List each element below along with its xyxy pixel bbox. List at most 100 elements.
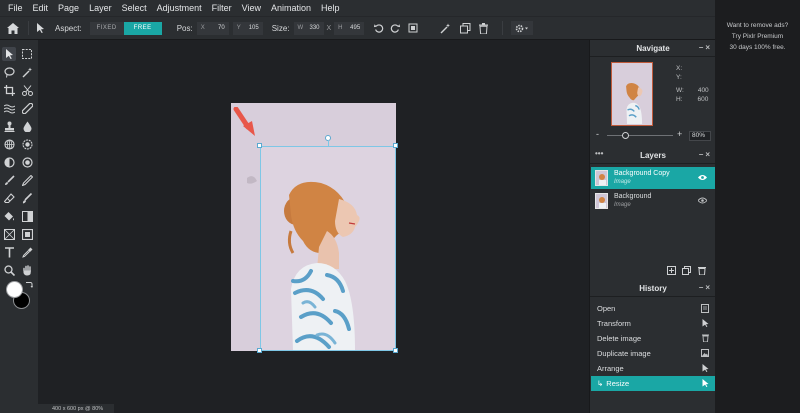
transform-handle-bottom-left[interactable] bbox=[257, 348, 262, 353]
pos-y-field[interactable]: Y 105 bbox=[232, 21, 263, 35]
crop-tool-icon[interactable] bbox=[2, 83, 16, 97]
lasso-tool-icon[interactable] bbox=[2, 65, 16, 79]
trash-icon[interactable] bbox=[476, 21, 490, 35]
menu-file[interactable]: File bbox=[8, 3, 23, 13]
pos-y-label: Y bbox=[236, 25, 241, 31]
clone-stamp-icon[interactable] bbox=[2, 119, 16, 133]
zoom-slider-track[interactable] bbox=[607, 135, 673, 136]
zoom-in-button[interactable]: + bbox=[677, 129, 682, 139]
menu-help[interactable]: Help bbox=[321, 3, 340, 13]
layer-item[interactable]: Background Image bbox=[591, 190, 715, 212]
menu-page[interactable]: Page bbox=[58, 3, 79, 13]
eraser-tool-icon[interactable] bbox=[2, 191, 16, 205]
nav-h-value: 600 bbox=[697, 96, 709, 103]
visibility-eye-icon[interactable] bbox=[697, 196, 708, 206]
duplicate-icon[interactable] bbox=[458, 21, 472, 35]
color-replace-icon[interactable] bbox=[20, 137, 34, 151]
visibility-eye-icon[interactable] bbox=[698, 173, 707, 183]
layer-thumbnail bbox=[595, 193, 608, 209]
menu-layer[interactable]: Layer bbox=[89, 3, 112, 13]
sponge-tool-icon[interactable] bbox=[2, 137, 16, 151]
menu-filter[interactable]: Filter bbox=[212, 3, 232, 13]
panel-controls[interactable]: –× bbox=[699, 283, 712, 292]
menu-edit[interactable]: Edit bbox=[33, 3, 49, 13]
magic-wand-icon[interactable] bbox=[20, 65, 34, 79]
size-w-field[interactable]: W 330 bbox=[293, 21, 324, 35]
zoom-tool-icon[interactable] bbox=[2, 263, 16, 277]
undo-icon[interactable] bbox=[372, 21, 386, 35]
pencil-tool-icon[interactable] bbox=[20, 173, 34, 187]
size-h-value: 495 bbox=[350, 25, 361, 31]
history-item[interactable]: Transform bbox=[591, 316, 715, 331]
duplicate-layer-icon[interactable] bbox=[682, 266, 691, 277]
transform-handle-bottom-right[interactable] bbox=[393, 348, 398, 353]
delete-layer-icon[interactable] bbox=[698, 266, 706, 277]
blur-tool-icon[interactable] bbox=[20, 119, 34, 133]
arrange-tool-icon[interactable] bbox=[2, 47, 16, 61]
layer-item[interactable]: Background Copy Image bbox=[591, 167, 715, 189]
zoom-field[interactable]: 80% bbox=[689, 131, 711, 141]
ad-text[interactable]: Want to remove ads? Try Pixlr Premium 30… bbox=[715, 20, 800, 53]
marquee-tool-icon[interactable] bbox=[20, 47, 34, 61]
aspect-free-button[interactable]: FREE bbox=[123, 21, 162, 35]
eyedropper-tool-icon[interactable] bbox=[20, 245, 34, 259]
ad-line-3: 30 days 100% free. bbox=[729, 44, 786, 51]
zoom-slider-thumb[interactable] bbox=[622, 132, 629, 139]
history-item[interactable]: Open bbox=[591, 301, 715, 316]
frame-tool-icon[interactable] bbox=[20, 227, 34, 241]
layer-type: Image bbox=[614, 202, 631, 208]
pos-x-field[interactable]: X 70 bbox=[196, 21, 229, 35]
history-item[interactable]: Delete image bbox=[591, 331, 715, 346]
transform-box[interactable] bbox=[260, 146, 396, 351]
liquify-tool-icon[interactable] bbox=[2, 101, 16, 115]
nav-x-label: X: bbox=[676, 65, 683, 72]
menu-adjustment[interactable]: Adjustment bbox=[157, 3, 202, 13]
foreground-color-swatch[interactable] bbox=[6, 281, 23, 298]
fill-tool-icon[interactable] bbox=[2, 209, 16, 223]
cutout-tool-icon[interactable] bbox=[20, 83, 34, 97]
dodge-burn-icon[interactable] bbox=[2, 155, 16, 169]
transform-handle-top-right[interactable] bbox=[393, 143, 398, 148]
nav-w-label: W: bbox=[676, 87, 684, 94]
zoom-out-button[interactable]: - bbox=[596, 129, 599, 139]
history-item-current[interactable]: ↳ Resize bbox=[591, 376, 715, 391]
history-item[interactable]: Arrange bbox=[591, 361, 715, 376]
history-label: Open bbox=[597, 304, 616, 313]
home-icon[interactable] bbox=[2, 17, 24, 39]
gradient-tool-icon[interactable] bbox=[20, 209, 34, 223]
magic-transform-icon[interactable] bbox=[438, 21, 452, 35]
image-icon bbox=[701, 349, 709, 359]
ad-column: Want to remove ads? Try Pixlr Premium 30… bbox=[715, 0, 800, 413]
menu-select[interactable]: Select bbox=[122, 3, 147, 13]
size-h-field[interactable]: H 495 bbox=[334, 21, 365, 35]
brush-tool-icon[interactable] bbox=[2, 173, 16, 187]
panel-controls[interactable]: –× bbox=[699, 150, 712, 159]
add-layer-icon[interactable] bbox=[667, 266, 676, 277]
ad-line-2: Try Pixlr Premium bbox=[731, 33, 784, 40]
text-tool-icon[interactable] bbox=[2, 245, 16, 259]
heal-tool-icon[interactable] bbox=[20, 101, 34, 115]
navigate-title: Navigate bbox=[636, 43, 670, 53]
resize-canvas-icon[interactable] bbox=[406, 21, 420, 35]
swap-colors-icon[interactable] bbox=[25, 281, 33, 289]
panel-controls[interactable]: –× bbox=[699, 43, 712, 52]
panel-menu-icon[interactable]: ••• bbox=[595, 149, 603, 158]
menu-animation[interactable]: Animation bbox=[271, 3, 311, 13]
history-item[interactable]: Duplicate image bbox=[591, 346, 715, 361]
nav-w-value: 400 bbox=[697, 87, 709, 94]
smudge-tool-icon[interactable] bbox=[20, 191, 34, 205]
aspect-fixed-button[interactable]: FIXED bbox=[89, 21, 124, 35]
menu-view[interactable]: View bbox=[242, 3, 261, 13]
shape-tool-icon[interactable] bbox=[2, 227, 16, 241]
sharpen-tool-icon[interactable] bbox=[20, 155, 34, 169]
transform-handle-top-left[interactable] bbox=[257, 143, 262, 148]
history-title: History bbox=[639, 283, 667, 293]
redo-icon[interactable] bbox=[388, 21, 402, 35]
app-window: File Edit Page Layer Select Adjustment F… bbox=[0, 0, 716, 413]
settings-dropdown[interactable] bbox=[511, 21, 534, 35]
hand-tool-icon[interactable] bbox=[20, 263, 34, 277]
navigator-thumbnail[interactable] bbox=[611, 62, 653, 126]
pos-x-label: X bbox=[200, 25, 205, 31]
layer-name: Background bbox=[614, 193, 652, 200]
layer-type: Image bbox=[614, 179, 631, 185]
